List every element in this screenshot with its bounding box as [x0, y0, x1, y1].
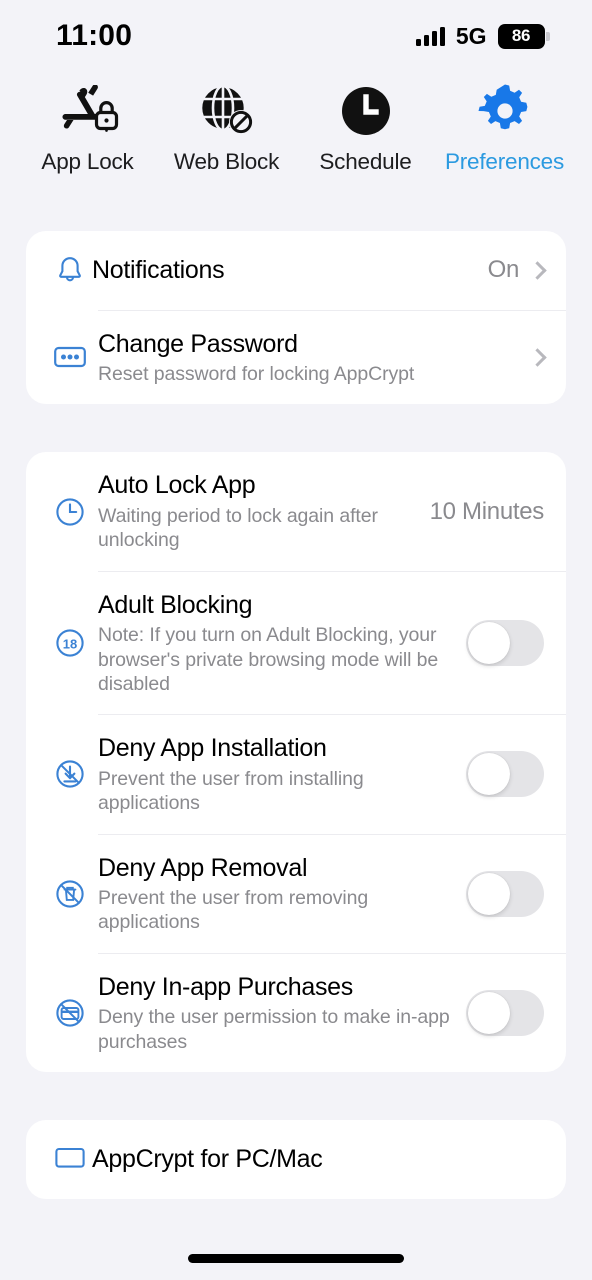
- age-18-icon: 18: [48, 627, 92, 659]
- tab-app-lock[interactable]: App Lock: [18, 82, 157, 175]
- tab-label-web-block: Web Block: [173, 149, 280, 174]
- status-time: 11:00: [56, 19, 133, 52]
- settings-card-account: Notifications On Change Password Reset p…: [26, 231, 566, 405]
- toggle-deny-app-installation[interactable]: [466, 751, 544, 798]
- row-auto-lock-body: Auto Lock App Waiting period to lock aga…: [92, 452, 418, 570]
- row-subtitle: Reset password for locking AppCrypt: [98, 363, 415, 385]
- chevron-right-icon: [528, 261, 547, 280]
- row-change-password[interactable]: Change Password Reset password for locki…: [26, 311, 566, 405]
- row-notifications[interactable]: Notifications On: [26, 231, 566, 310]
- status-bar: 11:00 5G 86: [0, 0, 592, 72]
- row-title: Deny App Removal: [98, 853, 308, 882]
- battery-percent-label: 86: [511, 26, 531, 45]
- row-adult-blocking-body: Adult Blocking Note: If you turn on Adul…: [92, 572, 452, 715]
- deny-card-icon: [48, 997, 92, 1029]
- web-block-icon: [198, 82, 256, 140]
- row-title: AppCrypt for PC/Mac: [92, 1145, 323, 1173]
- row-title: Change Password: [98, 329, 298, 358]
- tab-label-schedule: Schedule: [319, 149, 412, 174]
- row-appcrypt-pc-mac-body: AppCrypt for PC/Mac: [92, 1120, 544, 1199]
- row-title: Deny In-app Purchases: [98, 972, 353, 1001]
- row-deny-removal-body: Deny App Removal Prevent the user from r…: [92, 835, 452, 953]
- toggle-deny-app-removal[interactable]: [466, 870, 544, 917]
- row-adult-blocking[interactable]: 18 Adult Blocking Note: If you turn on A…: [26, 572, 566, 715]
- deny-trash-icon: [48, 878, 92, 910]
- home-indicator[interactable]: [188, 1254, 404, 1263]
- tab-preferences[interactable]: Preferences: [435, 82, 574, 175]
- clock-icon: [48, 496, 92, 528]
- tab-label-preferences: Preferences: [444, 149, 565, 174]
- tab-schedule[interactable]: Schedule: [296, 82, 435, 175]
- row-title: Notifications: [92, 256, 225, 284]
- deny-install-icon: [48, 758, 92, 790]
- row-subtitle: Deny the user permission to make in-app …: [98, 1006, 450, 1053]
- password-dots-icon: [48, 342, 92, 372]
- app-screen: 11:00 5G 86 App Lock Web Block Schedule …: [0, 0, 592, 1280]
- battery-icon: 86: [497, 23, 550, 49]
- row-title: Deny App Installation: [98, 734, 327, 763]
- row-subtitle: Prevent the user from installing applica…: [98, 767, 364, 815]
- bell-icon: [48, 254, 92, 286]
- monitor-icon: [48, 1146, 92, 1172]
- row-auto-lock-app[interactable]: Auto Lock App Waiting period to lock aga…: [26, 452, 566, 570]
- row-deny-app-removal[interactable]: Deny App Removal Prevent the user from r…: [26, 835, 566, 953]
- settings-card-cross-platform: AppCrypt for PC/Mac: [26, 1120, 566, 1199]
- bottom-safe-area: [0, 1220, 592, 1280]
- row-title: Adult Blocking: [98, 590, 253, 619]
- schedule-icon: [338, 82, 394, 140]
- row-subtitle: Note: If you turn on Adult Blocking, you…: [98, 624, 439, 695]
- row-title: Auto Lock App: [98, 471, 256, 500]
- toggle-deny-inapp-purchases[interactable]: [466, 989, 544, 1036]
- row-appcrypt-for-pc-mac[interactable]: AppCrypt for PC/Mac: [26, 1120, 566, 1199]
- row-deny-purchases-body: Deny In-app Purchases Deny the user perm…: [92, 954, 452, 1072]
- notifications-value: On: [487, 256, 520, 284]
- chevron-right-icon: [528, 348, 547, 367]
- tab-label-app-lock: App Lock: [41, 149, 134, 174]
- auto-lock-value: 10 Minutes: [429, 497, 545, 525]
- toggle-adult-blocking[interactable]: [466, 619, 544, 666]
- app-lock-icon: [57, 82, 119, 140]
- row-notifications-body: Notifications: [92, 231, 476, 310]
- row-subtitle: Waiting period to lock again after unloc…: [98, 504, 378, 552]
- row-deny-app-installation[interactable]: Deny App Installation Prevent the user f…: [26, 715, 566, 833]
- row-subtitle: Prevent the user from removing applicati…: [98, 887, 369, 934]
- network-type-label: 5G: [455, 22, 487, 49]
- tab-web-block[interactable]: Web Block: [157, 82, 296, 175]
- preferences-gear-icon: [476, 82, 534, 140]
- row-deny-install-body: Deny App Installation Prevent the user f…: [92, 715, 452, 833]
- tab-bar: App Lock Web Block Schedule Preferences: [0, 72, 592, 175]
- row-deny-inapp-purchases[interactable]: Deny In-app Purchases Deny the user perm…: [26, 954, 566, 1072]
- svg-text:18: 18: [63, 636, 77, 651]
- row-change-password-body: Change Password Reset password for locki…: [92, 311, 519, 405]
- cellular-signal-icon: [415, 26, 445, 46]
- status-indicators: 5G 86: [415, 22, 550, 50]
- settings-card-restrictions: Auto Lock App Waiting period to lock aga…: [26, 452, 566, 1072]
